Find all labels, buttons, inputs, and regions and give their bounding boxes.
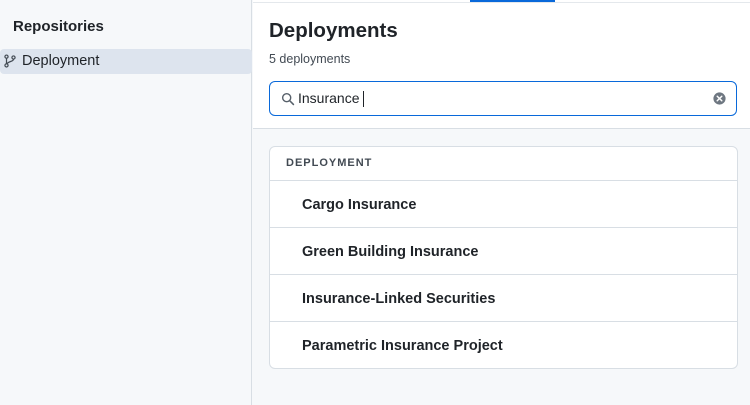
deployment-list: DEPLOYMENT Cargo Insurance Green Buildin… xyxy=(269,146,738,369)
sidebar-title: Repositories xyxy=(13,18,104,35)
main-panel: Deployments 5 deployments DEPLOYMENT Car… xyxy=(253,0,750,405)
list-item[interactable]: Insurance-Linked Securities xyxy=(270,275,737,322)
list-item[interactable]: Cargo Insurance xyxy=(270,181,737,228)
list-item[interactable]: Parametric Insurance Project xyxy=(270,322,737,368)
list-header: DEPLOYMENT xyxy=(270,147,737,181)
search-input[interactable] xyxy=(298,87,708,109)
list-item[interactable]: Green Building Insurance xyxy=(270,228,737,275)
sidebar: Repositories Deployment xyxy=(0,0,252,405)
search-box[interactable] xyxy=(269,81,737,116)
divider xyxy=(253,2,750,3)
page-header: Deployments 5 deployments xyxy=(253,0,750,129)
git-branch-icon xyxy=(4,54,16,68)
search-icon xyxy=(281,92,295,106)
sidebar-item-label: Deployment xyxy=(22,53,100,69)
clear-icon[interactable] xyxy=(713,92,726,105)
text-cursor xyxy=(363,91,364,107)
deployment-count: 5 deployments xyxy=(269,52,351,66)
sidebar-item-deployment[interactable]: Deployment xyxy=(0,49,252,74)
page-title: Deployments xyxy=(269,19,398,42)
